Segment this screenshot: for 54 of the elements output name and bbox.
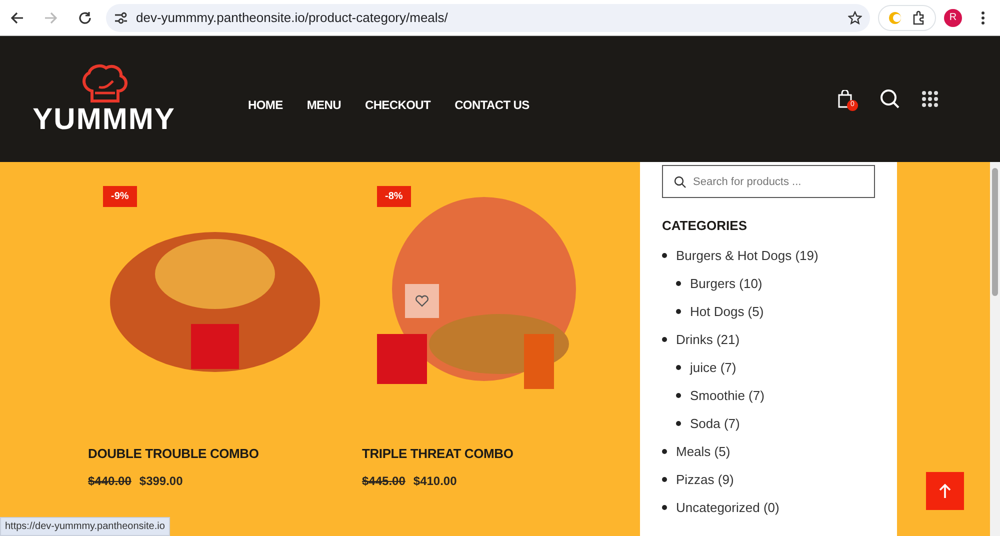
category-link[interactable]: Burgers (10) xyxy=(690,274,762,294)
bullet-icon xyxy=(662,449,667,454)
category-link[interactable]: Hot Dogs (5) xyxy=(690,302,764,322)
back-to-top-button[interactable] xyxy=(926,472,964,510)
category-link[interactable]: Smoothie (7) xyxy=(690,386,764,406)
sale-price: $410.00 xyxy=(413,472,457,490)
nav-link[interactable]: MENU xyxy=(306,96,341,114)
grid-menu-icon[interactable] xyxy=(922,91,938,107)
sale-price: $399.00 xyxy=(139,472,183,490)
bullet-icon xyxy=(676,421,681,426)
category-link[interactable]: Burgers & Hot Dogs (19) xyxy=(676,246,818,266)
search-icon[interactable] xyxy=(880,89,900,109)
status-url: https://dev-yummmy.pantheonsite.io xyxy=(0,517,170,536)
heart-icon xyxy=(415,295,429,307)
url-text: dev-yummmy.pantheonsite.io/product-category/meals/ xyxy=(136,8,449,27)
categories-heading: CATEGORIES xyxy=(662,217,748,235)
bullet-icon xyxy=(676,365,681,370)
category-link[interactable]: juice (7) xyxy=(690,358,736,378)
product-title[interactable]: TRIPLE THREAT COMBO xyxy=(362,444,636,464)
reload-icon xyxy=(78,10,92,24)
bullet-icon xyxy=(662,337,667,342)
bullet-icon xyxy=(662,253,667,258)
bullet-icon xyxy=(662,505,667,510)
forward-arrow-icon xyxy=(44,10,58,24)
scrollbar-thumb[interactable] xyxy=(992,168,998,296)
bullet-icon xyxy=(676,281,681,286)
wishlist-button[interactable] xyxy=(405,284,439,318)
profile-avatar[interactable]: R xyxy=(944,8,962,26)
scrollbar[interactable] xyxy=(990,162,1000,536)
more-icon xyxy=(981,10,985,24)
old-price: $440.00 xyxy=(88,472,132,490)
nav-link[interactable]: CONTACT US xyxy=(454,96,530,114)
product-title[interactable]: DOUBLE TROUBLE COMBO xyxy=(88,444,362,464)
sale-badge: -9% xyxy=(103,186,137,207)
search-field[interactable]: Search for products ... xyxy=(662,165,875,198)
up-arrow-icon xyxy=(938,483,952,499)
nav-link[interactable]: HOME xyxy=(248,96,283,114)
site-settings-icon xyxy=(114,12,128,24)
category-link[interactable]: Uncategorized (0) xyxy=(676,498,780,518)
bullet-icon xyxy=(676,393,681,398)
category-link[interactable]: Meals (5) xyxy=(676,442,730,462)
old-price: $445.00 xyxy=(362,472,406,490)
site-logo[interactable]: YUMMMY xyxy=(32,105,176,135)
shopping-bag-icon xyxy=(838,90,852,108)
star-icon[interactable] xyxy=(848,10,862,24)
category-link[interactable]: Soda (7) xyxy=(690,414,740,434)
category-link[interactable]: Drinks (21) xyxy=(676,330,740,350)
back-arrow-icon xyxy=(10,10,24,24)
category-link[interactable]: Pizzas (9) xyxy=(676,470,734,490)
sale-badge: -8% xyxy=(377,186,411,207)
bullet-icon xyxy=(662,477,667,482)
address-bar[interactable]: dev-yummmy.pantheonsite.io/product-category/meals/ xyxy=(106,4,870,32)
nav-link[interactable]: CHECKOUT xyxy=(364,96,431,114)
bullet-icon xyxy=(676,309,681,314)
